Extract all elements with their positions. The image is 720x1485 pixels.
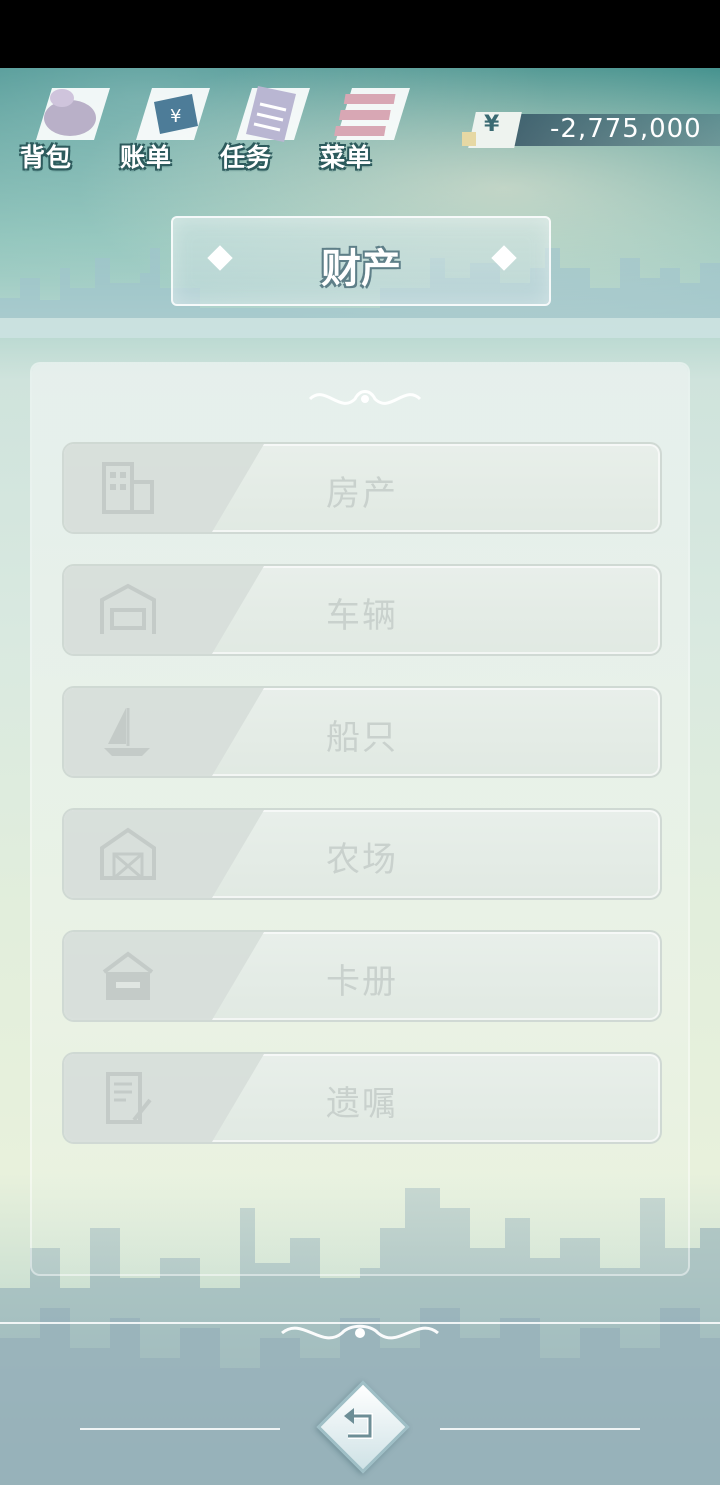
page-title-plate: 财产 — [171, 216, 551, 306]
garage-icon — [100, 583, 156, 634]
divider-left — [80, 1428, 280, 1430]
property-item-vehicle[interactable]: 车辆 — [62, 564, 662, 656]
coin-icon — [462, 132, 476, 146]
property-item-house[interactable]: 房产 — [62, 442, 662, 534]
menu-label: 菜单 — [320, 143, 373, 172]
backpack-button[interactable]: 背包 — [20, 76, 112, 176]
divider-right — [440, 1428, 640, 1430]
property-item-boat[interactable]: 船只 — [62, 686, 662, 778]
property-item-cards[interactable]: 卡册 — [62, 930, 662, 1022]
status-bar — [0, 0, 720, 68]
money-display: ¥ -2,775,000 — [462, 112, 720, 148]
item-label: 遗嘱 — [326, 1084, 398, 1124]
task-icon — [236, 86, 310, 142]
item-label: 船只 — [326, 718, 398, 758]
bill-button[interactable]: ¥ 账单 — [120, 76, 212, 176]
page-title: 财产 — [321, 246, 401, 292]
back-arrow-icon — [344, 1408, 373, 1439]
bill-icon: ¥ — [136, 88, 210, 140]
yen-icon: ¥ — [484, 112, 500, 137]
task-button[interactable]: 任务 — [220, 76, 312, 176]
barn-icon — [100, 827, 156, 880]
item-label: 卡册 — [326, 962, 398, 1002]
game-scene: 背包 ¥ 账单 任务 菜单 ¥ -2,775,000 财产 房产 车辆 船只 农… — [0, 68, 720, 1485]
building-icon — [102, 462, 154, 514]
sailboat-icon — [104, 708, 150, 756]
menu-icon — [334, 88, 410, 140]
backpack-label: 背包 — [20, 143, 73, 172]
property-item-will[interactable]: 遗嘱 — [62, 1052, 662, 1144]
property-item-farm[interactable]: 农场 — [62, 808, 662, 900]
item-label: 房产 — [326, 474, 398, 514]
bill-label: 账单 — [120, 143, 173, 172]
card-box-icon — [102, 951, 154, 1000]
back-button[interactable] — [316, 1380, 410, 1474]
backpack-icon — [36, 88, 110, 140]
item-label: 车辆 — [326, 596, 398, 636]
ornament-bottom-icon — [281, 1324, 439, 1340]
item-label: 农场 — [326, 840, 398, 880]
money-value: -2,775,000 — [550, 114, 702, 144]
svg-text:¥: ¥ — [170, 106, 181, 127]
task-label: 任务 — [220, 143, 273, 172]
ornament-top-icon — [308, 390, 422, 405]
will-document-icon — [106, 1072, 152, 1124]
menu-button[interactable]: 菜单 — [320, 76, 412, 176]
